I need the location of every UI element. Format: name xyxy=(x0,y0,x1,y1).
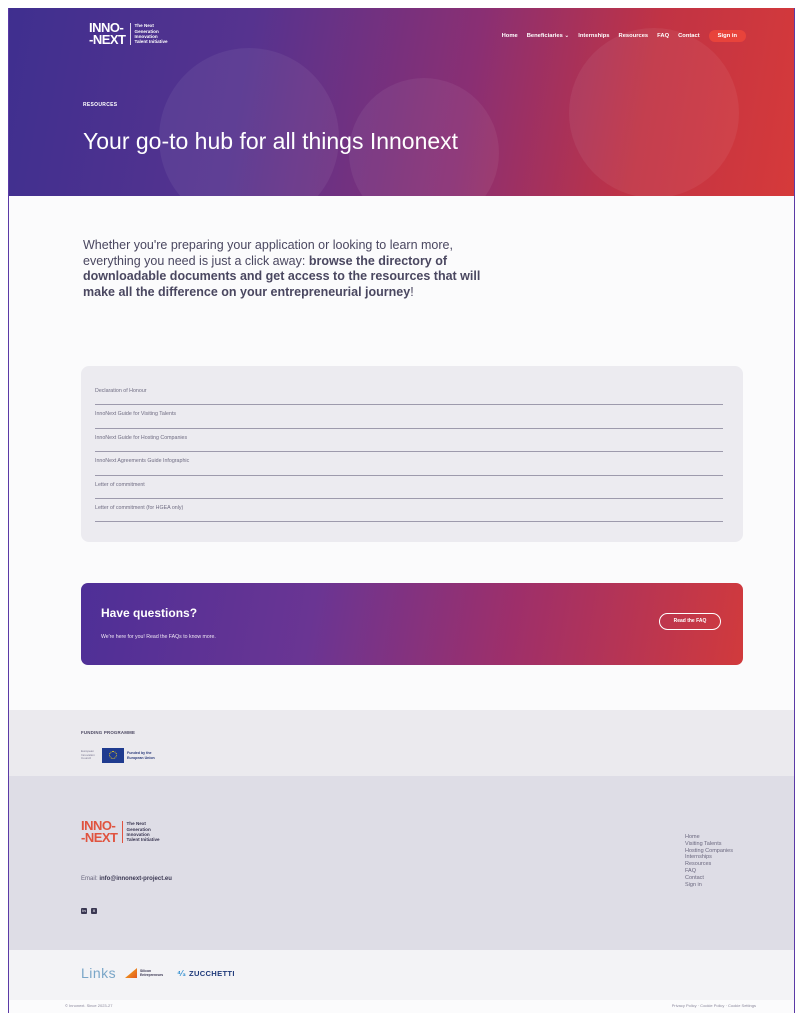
email-label: Email: xyxy=(81,876,98,882)
logo-tagline: The Next Generation Innovation Talent In… xyxy=(135,23,168,45)
funding-logos: European Innovation Council Funded by th… xyxy=(81,748,167,763)
zucchetti-logo: ⁴⁄₃ ZUCCHETTI xyxy=(177,969,235,978)
logo-tagline: The Next Generation Innovation Talent In… xyxy=(127,821,160,843)
zucchetti-text: ZUCCHETTI xyxy=(189,969,235,978)
logo-mark: INNO- -NEXT xyxy=(81,819,118,845)
resources-panel: Declaration of Honour InnoNext Guide for… xyxy=(81,366,743,542)
footer-email: Email: info@innonext-project.eu xyxy=(81,876,172,882)
hero-photo-overlay xyxy=(159,48,339,196)
links-logo: Links xyxy=(81,965,117,981)
eic-logo-line: Council xyxy=(81,756,92,761)
nav-item-faq[interactable]: FAQ xyxy=(657,33,669,39)
silicon-logo-line: Entrepreneurs xyxy=(140,973,164,977)
logo-divider xyxy=(121,821,123,843)
zucchetti-mark-icon: ⁴⁄₃ xyxy=(177,969,186,978)
logo-tagline-line: Talent Initiative xyxy=(134,39,168,45)
logo-mark: INNO- -NEXT xyxy=(89,21,126,47)
silicon-logo: Silicon Entrepreneurs xyxy=(125,968,163,978)
hero-banner: INNO- -NEXT The Next Generation Innovati… xyxy=(9,8,794,196)
logo-mark-line: -NEXT xyxy=(81,830,118,845)
hero-photo-overlay xyxy=(569,28,739,196)
footer-nav-resources[interactable]: Resources xyxy=(685,861,733,868)
footer-nav-contact[interactable]: Contact xyxy=(685,875,733,882)
logo-mark-line: -NEXT xyxy=(89,32,126,47)
resource-link-guide-hosting-companies[interactable]: InnoNext Guide for Hosting Companies xyxy=(95,429,723,453)
bottom-bar: © Innonext. Since 2023-27 Privacy Policy… xyxy=(9,1000,794,1013)
funding-section: FUNDING PROGRAMME European Innovation Co… xyxy=(9,710,794,776)
main-nav: Home Beneficiaries ⌄ Internships Resourc… xyxy=(502,30,746,42)
nav-item-resources[interactable]: Resources xyxy=(619,33,649,39)
page-eyebrow: RESOURCES xyxy=(83,102,118,108)
sign-in-button[interactable]: Sign in xyxy=(708,30,746,42)
footer-nav-internships[interactable]: Internships xyxy=(685,854,733,861)
resource-link-agreements-infographic[interactable]: InnoNext Agreements Guide Infographic xyxy=(95,452,723,476)
intro-text: Whether you're preparing your applicatio… xyxy=(83,238,483,300)
logo-divider xyxy=(129,23,131,45)
nav-item-beneficiaries[interactable]: Beneficiaries ⌄ xyxy=(527,33,570,39)
nav-item-internships[interactable]: Internships xyxy=(578,33,609,39)
footer-nav-home[interactable]: Home xyxy=(685,834,733,841)
silicon-logo-text: Silicon Entrepreneurs xyxy=(140,969,163,977)
cta-subtitle: We're here for you! Read the FAQs to kno… xyxy=(101,634,216,640)
logo-tagline-line: Talent Initiative xyxy=(126,837,160,843)
footer-nav-hosting-companies[interactable]: Hosting Companies xyxy=(685,848,733,855)
intro-end: ! xyxy=(410,284,414,299)
site-logo[interactable]: INNO- -NEXT The Next Generation Innovati… xyxy=(89,21,168,47)
footer-nav: Home Visiting Talents Hosting Companies … xyxy=(685,834,733,888)
footer-nav-sign-in[interactable]: Sign in xyxy=(685,882,733,889)
copyright: © Innonext. Since 2023-27 xyxy=(65,1003,113,1008)
silicon-logo-mark xyxy=(125,968,137,978)
legal-links[interactable]: Privacy Policy · Cookie Policy · Cookie … xyxy=(672,1003,756,1008)
email-link[interactable]: info@innonext-project.eu xyxy=(99,876,172,882)
resource-link-guide-visiting-talents[interactable]: InnoNext Guide for Visiting Talents xyxy=(95,405,723,429)
nav-item-home[interactable]: Home xyxy=(502,33,518,39)
footer-logo[interactable]: INNO- -NEXT The Next Generation Innovati… xyxy=(81,819,160,845)
footer-nav-faq[interactable]: FAQ xyxy=(685,868,733,875)
questions-banner: Have questions? We're here for you! Read… xyxy=(81,583,743,665)
eic-logo: European Innovation Council xyxy=(81,749,99,761)
eu-flag-icon xyxy=(102,748,124,763)
partners-strip: Links Silicon Entrepreneurs ⁴⁄₃ ZUCCHETT… xyxy=(9,950,794,1000)
social-links: in X xyxy=(81,908,97,914)
cta-title: Have questions? xyxy=(101,606,198,620)
footer-nav-visiting-talents[interactable]: Visiting Talents xyxy=(685,841,733,848)
nav-item-contact[interactable]: Contact xyxy=(678,33,700,39)
linkedin-icon[interactable]: in xyxy=(81,908,87,914)
resource-link-declaration-of-honour[interactable]: Declaration of Honour xyxy=(95,382,723,406)
resource-link-letter-of-commitment-hgea[interactable]: Letter of commitment (for HGEA only) xyxy=(95,499,723,523)
resource-link-letter-of-commitment[interactable]: Letter of commitment xyxy=(95,476,723,499)
funding-label: FUNDING PROGRAMME xyxy=(81,730,136,735)
footer: INNO- -NEXT The Next Generation Innovati… xyxy=(9,776,794,950)
page: INNO- -NEXT The Next Generation Innovati… xyxy=(8,8,795,1013)
x-twitter-icon[interactable]: X xyxy=(91,908,97,914)
eu-funded-text: Funded by the European Union xyxy=(127,751,155,760)
read-faq-button[interactable]: Read the FAQ xyxy=(659,613,721,630)
page-title: Your go-to hub for all things Innonext xyxy=(83,128,459,154)
resources-list: Declaration of Honour InnoNext Guide for… xyxy=(95,382,723,523)
